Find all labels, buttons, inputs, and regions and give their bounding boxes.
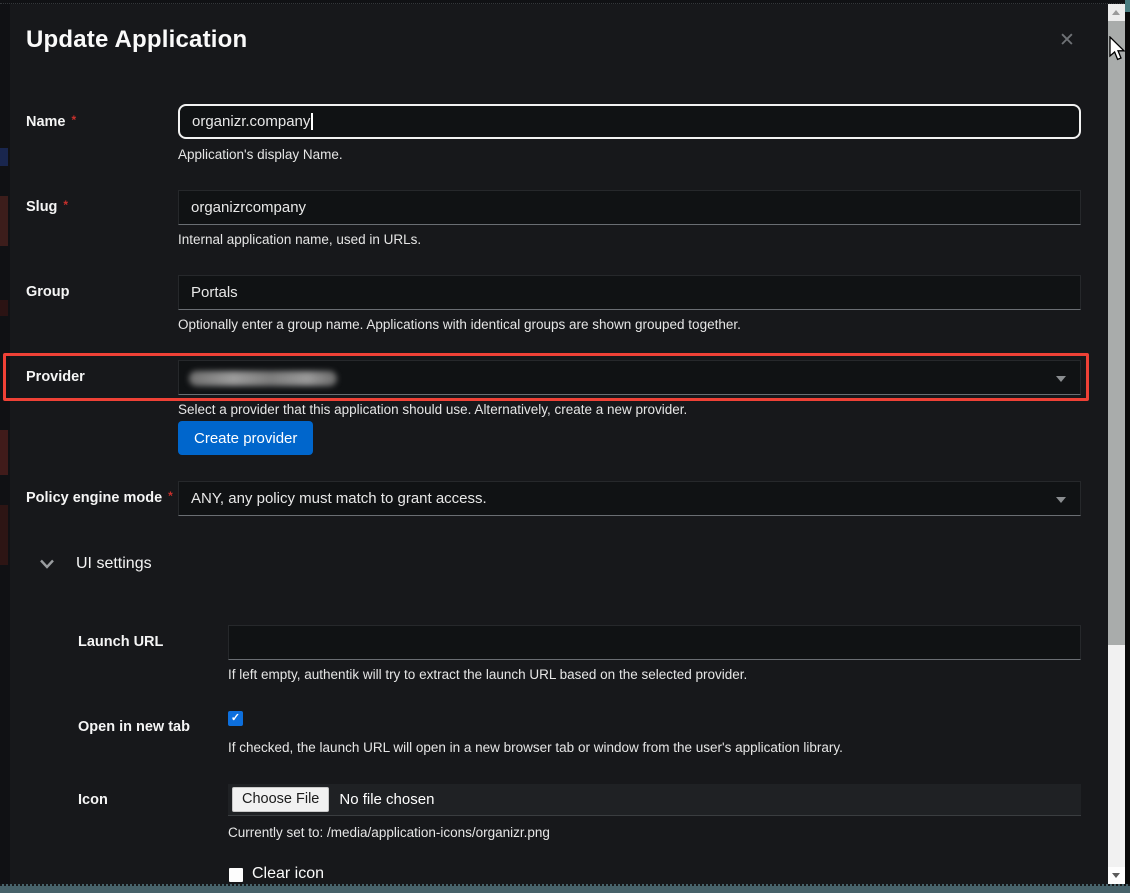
page-title: Update Application: [26, 26, 247, 54]
vertical-scrollbar[interactable]: [1108, 4, 1125, 884]
text-caret: [311, 113, 313, 130]
required-asterisk: *: [63, 198, 68, 212]
provider-select-value-redacted: [189, 371, 337, 386]
slug-field-label: Slug *: [26, 199, 68, 215]
icon-help-text: Currently set to: /media/application-ico…: [228, 825, 550, 840]
open-in-new-tab-help-text: If checked, the launch URL will open in …: [228, 740, 843, 755]
launch-url-help-text: If left empty, authentik will try to ext…: [228, 667, 747, 682]
ui-settings-section-toggle[interactable]: UI settings: [40, 555, 152, 573]
ui-settings-section-label: UI settings: [76, 555, 152, 573]
file-status-text: No file chosen: [339, 791, 434, 808]
chevron-down-icon: [1056, 376, 1066, 382]
launch-url-input[interactable]: [228, 625, 1081, 660]
background-fragment: [0, 505, 8, 565]
close-button[interactable]: ✕: [1054, 28, 1080, 54]
policy-engine-mode-value: ANY, any policy must match to grant acce…: [191, 490, 487, 507]
open-in-new-tab-label-text: Open in new tab: [78, 719, 190, 735]
policy-engine-mode-select[interactable]: ANY, any policy must match to grant acce…: [178, 481, 1081, 516]
provider-help-text: Select a provider that this application …: [178, 402, 687, 417]
required-asterisk: *: [72, 113, 77, 127]
close-icon: ✕: [1059, 30, 1075, 51]
launch-url-field-label: Launch URL: [78, 634, 163, 650]
group-input[interactable]: Portals: [178, 275, 1081, 310]
choose-file-button[interactable]: Choose File: [232, 787, 329, 812]
background-fragment: [0, 196, 8, 246]
background-fragment: [0, 300, 8, 316]
icon-field-label: Icon: [78, 792, 108, 808]
chevron-down-icon: [40, 559, 54, 569]
check-icon: ✓: [231, 712, 240, 724]
provider-field-label: Provider: [26, 369, 85, 385]
policy-engine-mode-field-label: Policy engine mode *: [26, 490, 173, 506]
name-help-text: Application's display Name.: [178, 147, 343, 162]
update-application-modal-page: Update Application ✕ Name * organizr.comp…: [0, 0, 1130, 893]
group-input-value: Portals: [191, 284, 238, 301]
slug-input[interactable]: organizrcompany: [178, 190, 1081, 225]
open-in-new-tab-checkbox[interactable]: ✓: [228, 711, 243, 726]
slug-label-text: Slug: [26, 199, 57, 215]
group-label-text: Group: [26, 284, 70, 300]
scrollbar-up-button[interactable]: [1108, 4, 1125, 21]
background-fragment: [0, 430, 8, 475]
open-in-new-tab-field-label: Open in new tab: [78, 719, 190, 735]
icon-label-text: Icon: [78, 792, 108, 808]
page-behind-bottom-strip: [0, 884, 1130, 893]
group-field-label: Group: [26, 284, 70, 300]
name-input-value: organizr.company: [192, 113, 310, 130]
name-field-label: Name *: [26, 114, 76, 130]
required-asterisk: *: [168, 489, 173, 503]
slug-help-text: Internal application name, used in URLs.: [178, 232, 421, 247]
page-behind-right-strip: [1125, 0, 1130, 893]
create-provider-button[interactable]: Create provider: [178, 421, 313, 455]
right-edge-accent: [1125, 0, 1130, 12]
provider-select[interactable]: [178, 360, 1081, 395]
scrollbar-thumb[interactable]: [1108, 21, 1125, 645]
background-fragment: [0, 148, 8, 166]
chevron-down-icon: [1056, 497, 1066, 503]
launch-url-label-text: Launch URL: [78, 634, 163, 650]
mouse-cursor-icon: [1109, 36, 1127, 62]
scroll-down-icon: [1112, 873, 1120, 878]
group-help-text: Optionally enter a group name. Applicati…: [178, 317, 741, 332]
name-label-text: Name: [26, 114, 66, 130]
icon-file-input[interactable]: Choose File No file chosen: [228, 784, 1081, 816]
policy-engine-mode-label-text: Policy engine mode: [26, 490, 162, 506]
clear-icon-checkbox[interactable]: [229, 868, 243, 882]
clear-icon-label: Clear icon: [252, 865, 324, 883]
scrollbar-down-button[interactable]: [1108, 867, 1125, 884]
slug-input-value: organizrcompany: [191, 199, 306, 216]
provider-label-text: Provider: [26, 369, 85, 385]
name-input[interactable]: organizr.company: [178, 104, 1081, 139]
scroll-up-icon: [1112, 10, 1120, 15]
